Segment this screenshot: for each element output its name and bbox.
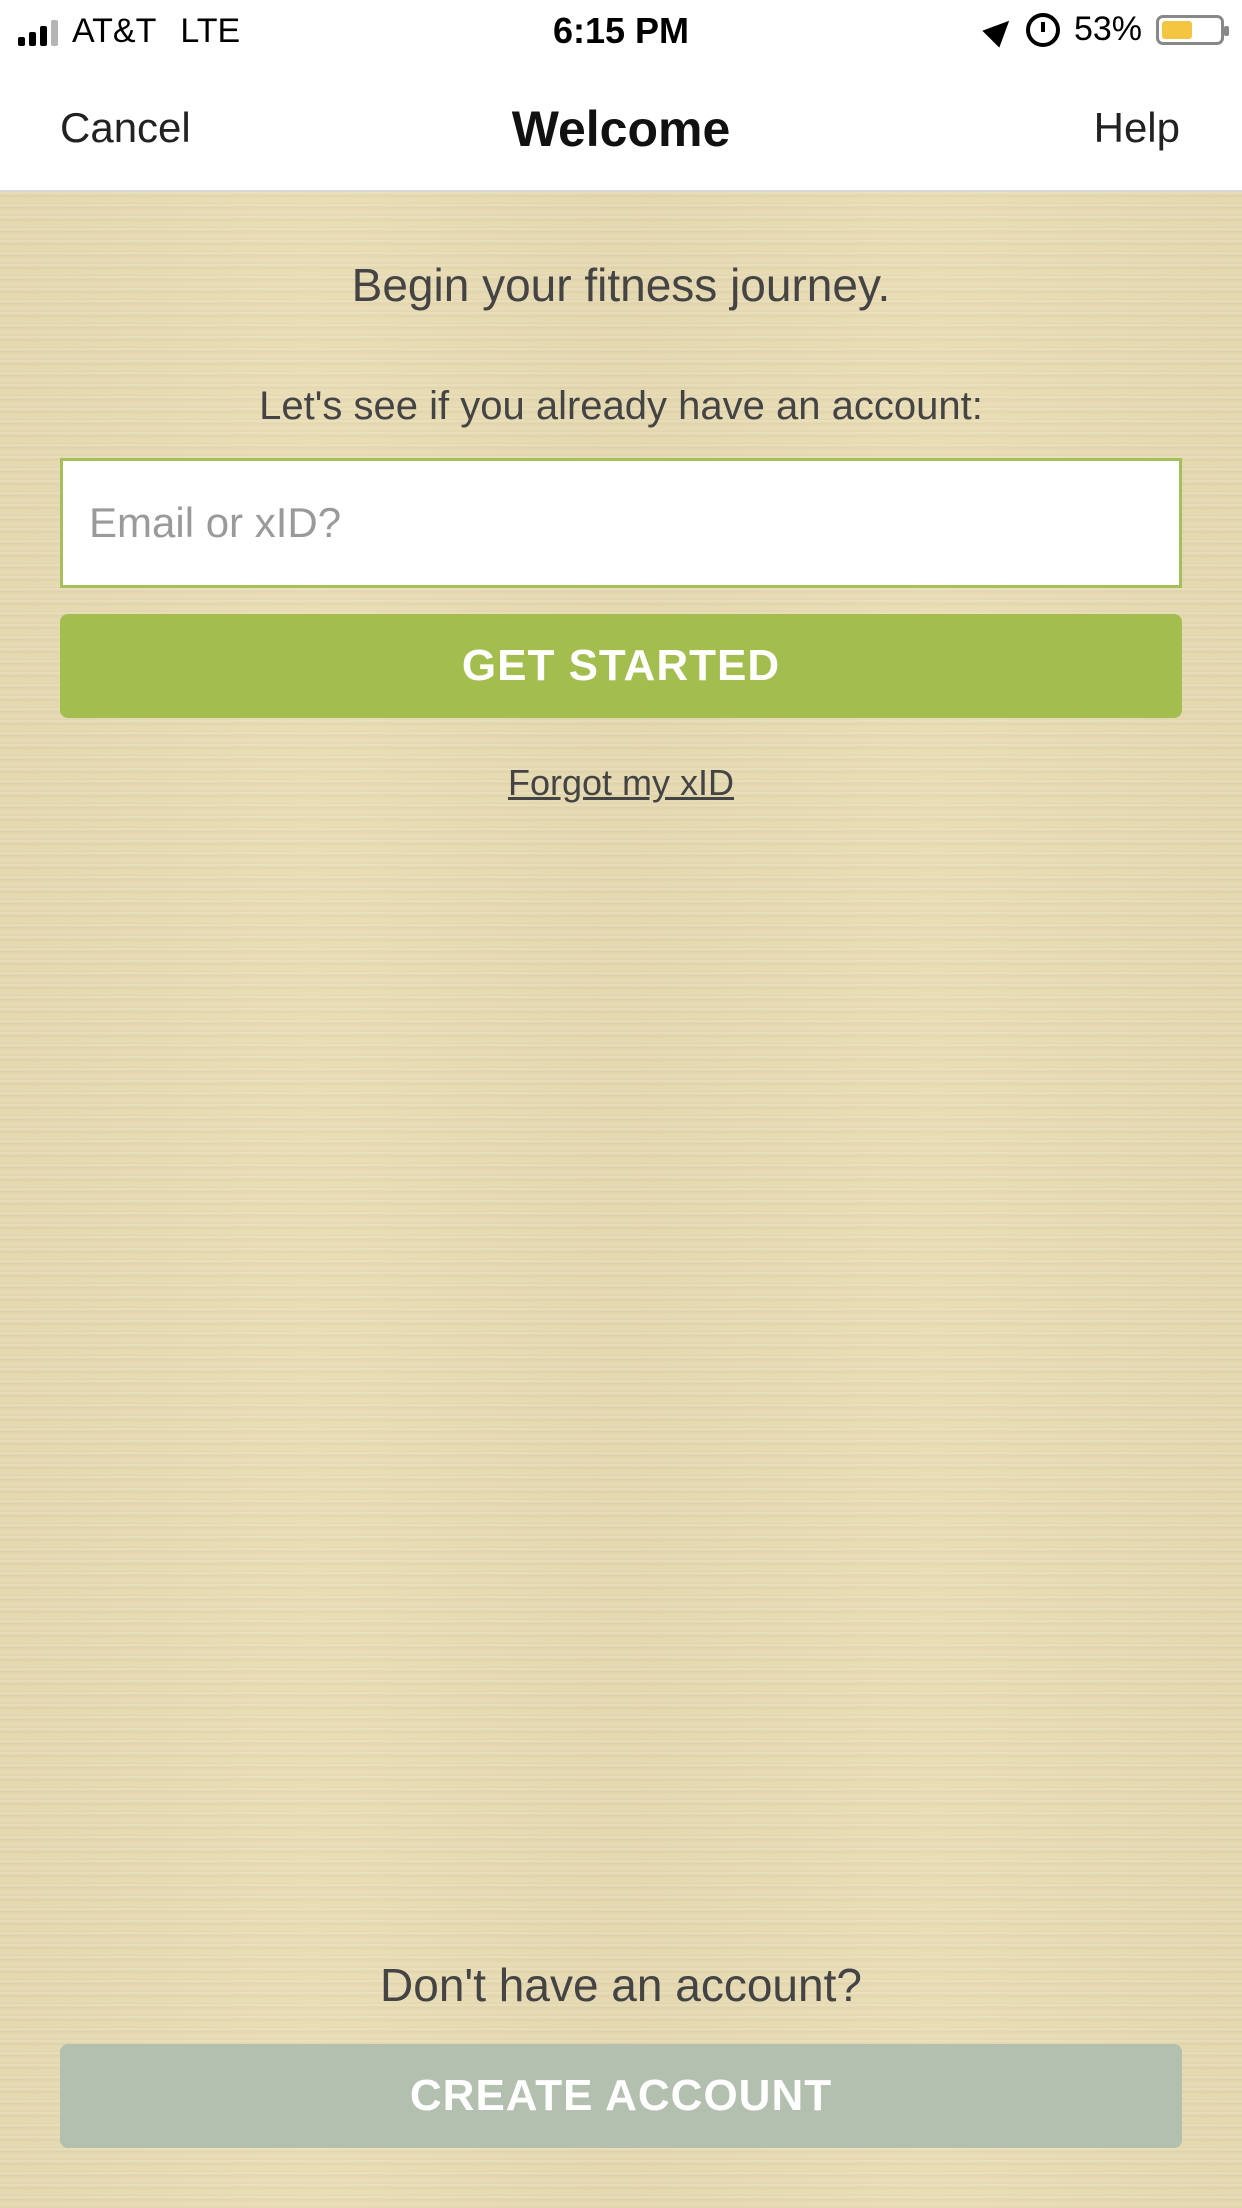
help-button[interactable]: Help [1094, 104, 1180, 152]
alarm-icon [1025, 12, 1060, 47]
account-check-text: Let's see if you already have an account… [259, 384, 983, 428]
status-bar: AT&T LTE 6:15 PM 53% [0, 0, 1242, 64]
get-started-button[interactable]: GET STARTED [60, 614, 1182, 718]
no-account-prompt: Don't have an account? [380, 1959, 862, 2011]
battery-cap [1224, 25, 1229, 36]
location-icon [982, 11, 1018, 48]
battery-icon [1156, 14, 1229, 45]
headline: Begin your fitness journey. [351, 259, 891, 311]
status-right: 53% [982, 10, 1229, 49]
page-title: Welcome [511, 101, 731, 157]
battery-percent: 53% [1073, 10, 1142, 48]
forgot-xid-link[interactable]: Forgot my xID [508, 762, 734, 803]
battery-fill [1162, 20, 1192, 39]
email-or-xid-input[interactable] [60, 458, 1182, 588]
forgot-xid-container: Forgot my xID [0, 762, 1242, 804]
navigation-bar: Cancel Welcome Help [0, 64, 1242, 192]
create-account-button[interactable]: CREATE ACCOUNT [60, 2044, 1182, 2148]
